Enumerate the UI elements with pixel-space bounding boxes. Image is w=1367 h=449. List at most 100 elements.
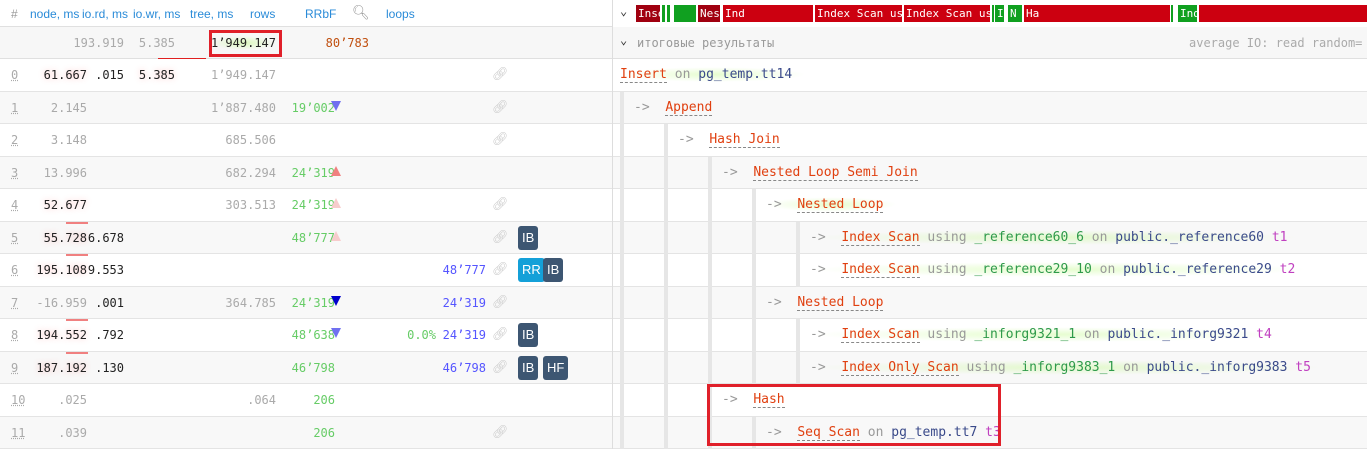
panel-divider[interactable] [612, 0, 613, 449]
plan-node[interactable]: -> Nested Loop [766, 294, 897, 311]
link-icon[interactable]: 🔗︎ [492, 425, 509, 440]
rows-value: 19’002 [291, 100, 335, 115]
link-icon[interactable]: 🔗︎ [492, 262, 509, 277]
plan-node[interactable]: -> Append [634, 99, 726, 116]
link-icon[interactable]: 🔗︎ [492, 100, 509, 115]
timeline-segment[interactable] [667, 5, 670, 22]
table-row[interactable]: 0 61.667 .015 5.385 1’949.147 🔗︎ Insert o… [0, 59, 1367, 92]
row-number[interactable]: 8 [11, 328, 18, 342]
row-number[interactable]: 4 [11, 198, 18, 212]
col-rrbf[interactable]: RRbF [305, 7, 336, 21]
table-row[interactable]: 8 194.552 .792 48’638 0.0% 24’319 🔗︎ IB -> … [0, 319, 1367, 352]
plan-node[interactable]: -> Index Scan using _reference29_10 on p… [810, 262, 1310, 278]
badge-ib[interactable]: IB [518, 355, 539, 380]
table-row[interactable]: 5 55.728 6.678 48’777 🔗︎ IB -> Index Scan … [0, 221, 1367, 254]
plan-operation[interactable]: Nested Loop [797, 294, 884, 311]
table-row[interactable]: 3 13.996 682.294 24’319 -> Nested Loop S… [0, 156, 1367, 189]
table-row[interactable]: 10 .025 .064 206 -> Hash [0, 384, 1367, 417]
row-number[interactable]: 10 [11, 393, 25, 407]
row-number[interactable]: 2 [11, 133, 18, 147]
arrow: -> [634, 99, 650, 115]
plan-operation[interactable]: Hash Join [709, 132, 780, 148]
timeline-segment[interactable] [674, 5, 696, 22]
table-row[interactable]: 4 52.677 303.513 24’319 🔗︎ -> Nested Loop [0, 189, 1367, 222]
plan-operation[interactable]: Append [665, 99, 713, 116]
col-iowr[interactable]: io.wr, ms [133, 7, 180, 21]
timeline-segment[interactable]: Index Scan usir [904, 5, 990, 22]
table-row[interactable]: 1 2.145 1’887.480 19’002 🔗︎ -> Append [0, 91, 1367, 124]
timeline-segment[interactable]: Ind [723, 5, 813, 22]
badge-ib[interactable]: IB [518, 225, 539, 250]
link-icon[interactable]: 🔗︎ [492, 360, 509, 375]
plan-operation[interactable]: Index Scan [841, 229, 920, 246]
timeline-segment[interactable]: Index Only Sca [995, 5, 1004, 22]
badge-hf[interactable]: HF [543, 355, 569, 380]
plan-operation[interactable]: Insert [620, 67, 667, 83]
chevron-down-icon[interactable]: ⌄ [620, 4, 627, 18]
link-icon[interactable]: 🔗︎ [492, 230, 509, 245]
badge-ib[interactable]: IB [518, 323, 539, 347]
table-row[interactable]: 11 .039 206 🔗︎ -> Seq Scan on pg_temp.tt7… [0, 416, 1367, 449]
plan-operation[interactable]: Index Only Scan [841, 359, 959, 376]
col-iord[interactable]: io.rd, ms [82, 7, 128, 21]
timeline-segment[interactable]: Nes [698, 5, 720, 22]
col-rows[interactable]: rows [250, 7, 275, 21]
plan-operation[interactable]: Nested Loop [797, 197, 884, 213]
table-row[interactable]: 9 187.192 .130 46’798 46’798 🔗︎ IB HF -> Ind… [0, 351, 1367, 384]
timeline-segment[interactable] [662, 5, 665, 22]
link-icon[interactable]: 🔗︎ [492, 327, 509, 342]
timeline-segment[interactable]: Index Scan usir [815, 5, 902, 22]
row-number[interactable]: 5 [11, 231, 18, 245]
plan-operation[interactable]: Index Scan [841, 262, 920, 278]
on-keyword: on [1091, 229, 1108, 245]
triangle-down-icon [331, 295, 341, 306]
row-number[interactable]: 3 [11, 166, 18, 180]
timeline-segment[interactable] [992, 5, 994, 22]
search-icon[interactable]: 🔍︎ [352, 4, 370, 21]
table-row[interactable]: 6 195.108 9.553 48’777 🔗︎ RR IB -> Index Sca… [0, 254, 1367, 287]
link-icon[interactable]: 🔗︎ [492, 295, 509, 310]
plan-operation[interactable]: Index Scan [841, 327, 920, 343]
timeline-segment[interactable]: N [1008, 5, 1022, 22]
index-name: _reference60_6 [974, 229, 1084, 245]
link-icon[interactable]: 🔗︎ [492, 67, 509, 82]
tree-time: 685.506 [225, 133, 276, 147]
plan-node[interactable]: -> Index Only Scan using _inforg9383_1 o… [810, 359, 1325, 376]
plan-node[interactable]: -> Nested Loop [766, 197, 898, 213]
link-icon[interactable]: 🔗︎ [492, 197, 509, 212]
arrow: -> [766, 294, 782, 310]
plan-node[interactable]: -> Hash Join [678, 132, 794, 148]
summary-label[interactable]: итоговые результаты [637, 36, 774, 50]
table-row[interactable]: 7 -16.959 .001 364.785 24’319 24’319 🔗︎ ->… [0, 286, 1367, 319]
plan-node[interactable]: Insert on pg_temp.tt14 [620, 67, 807, 83]
badge-ib[interactable]: IB [543, 258, 564, 282]
io-read: .001 [95, 295, 124, 310]
badge-rr[interactable]: RR [518, 258, 545, 282]
chevron-down-icon[interactable]: ⌄ [620, 33, 627, 47]
row-number[interactable]: 6 [11, 263, 18, 277]
plan-operation[interactable]: Nested Loop Semi Join [753, 164, 918, 181]
rows-value: 24’319 [291, 165, 335, 180]
row-number[interactable]: 7 [11, 296, 18, 310]
table-row[interactable]: 2 3.148 685.506 🔗︎ -> Hash Join [0, 124, 1367, 157]
row-number[interactable]: 1 [11, 101, 18, 115]
plan-node[interactable]: -> Nested Loop Semi Join [722, 164, 932, 181]
row-number[interactable]: 9 [11, 361, 18, 375]
node-time: 195.108 [36, 263, 87, 277]
col-loops[interactable]: loops [386, 7, 415, 21]
timeline-segment[interactable]: Inse [636, 5, 660, 22]
plan-node[interactable]: -> Index Scan using _reference60_6 on pu… [810, 229, 1302, 246]
timeline-segment[interactable] [1199, 5, 1367, 22]
col-tree[interactable]: tree, ms [190, 7, 233, 21]
plan-node[interactable]: -> Index Scan using _inforg9321_1 on pub… [810, 327, 1286, 343]
io-read: 6.678 [87, 230, 124, 245]
col-node[interactable]: node, ms [30, 7, 79, 21]
loops-value: 48’777 [442, 263, 486, 277]
link-icon[interactable]: 🔗︎ [492, 132, 509, 147]
row-number[interactable]: 11 [11, 426, 25, 440]
col-num: # [11, 7, 18, 21]
row-number[interactable]: 0 [11, 68, 18, 82]
timeline-segment[interactable]: Index Scan using _referen [1178, 5, 1197, 22]
timeline-segment[interactable] [1171, 5, 1173, 22]
timeline-segment[interactable]: Ha [1024, 5, 1170, 22]
